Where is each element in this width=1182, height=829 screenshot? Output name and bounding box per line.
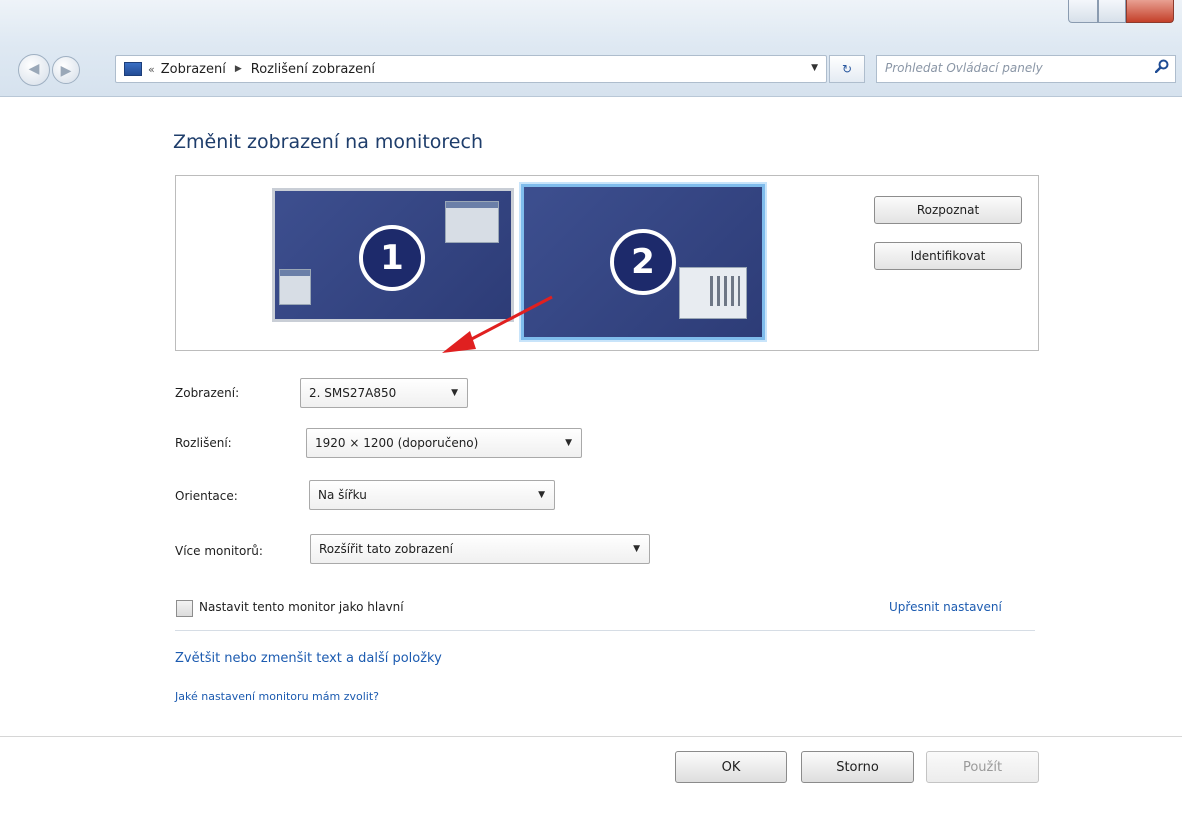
- breadcrumb-resolution[interactable]: Rozlišení zobrazení: [251, 62, 375, 77]
- resolution-select[interactable]: 1920 × 1200 (doporučeno) ▼: [306, 428, 582, 458]
- red-arrow-annotation: [442, 295, 553, 353]
- maximize-button[interactable]: [1098, 0, 1126, 23]
- close-button[interactable]: [1126, 0, 1174, 23]
- overflow-chevron-icon[interactable]: «: [148, 63, 155, 76]
- multiple-monitors-select[interactable]: Rozšířit tato zobrazení ▼: [310, 534, 650, 564]
- calculator-window-icon: [679, 267, 747, 319]
- page-title: Změnit zobrazení na monitorech: [173, 131, 483, 153]
- chevron-down-icon: ▼: [565, 438, 572, 448]
- display-select[interactable]: 2. SMS27A850 ▼: [300, 378, 468, 408]
- address-dropdown-icon[interactable]: ▼: [811, 63, 818, 73]
- resolution-label: Rozlišení:: [175, 436, 232, 450]
- monitor-number-badge: 1: [359, 225, 425, 291]
- text-size-link[interactable]: Zvětšit nebo zmenšit text a další položk…: [175, 651, 442, 666]
- main-monitor-checkbox[interactable]: [176, 600, 193, 617]
- chevron-down-icon: ▼: [538, 490, 545, 500]
- caption-buttons: [1068, 0, 1174, 23]
- detect-button[interactable]: Rozpoznat: [874, 196, 1022, 224]
- resolution-value: 1920 × 1200 (doporučeno): [315, 436, 479, 450]
- display-label: Zobrazení:: [175, 386, 240, 400]
- orientation-select[interactable]: Na šířku ▼: [309, 480, 555, 510]
- identify-button[interactable]: Identifikovat: [874, 242, 1022, 270]
- forward-button[interactable]: ▶: [52, 56, 80, 84]
- display-value: 2. SMS27A850: [309, 386, 397, 400]
- which-settings-link[interactable]: Jaké nastavení monitoru mám zvolit?: [175, 690, 379, 703]
- search-icon[interactable]: [1155, 59, 1169, 73]
- monitor-number-badge: 2: [610, 229, 676, 295]
- orientation-label: Orientace:: [175, 489, 238, 503]
- section-divider: [175, 630, 1035, 631]
- multiple-monitors-value: Rozšířit tato zobrazení: [319, 542, 453, 556]
- back-arrow-icon: ◀: [28, 61, 40, 77]
- forward-arrow-icon: ▶: [60, 63, 72, 79]
- refresh-button[interactable]: ↻: [829, 55, 865, 83]
- chevron-down-icon: ▼: [451, 388, 458, 398]
- apply-button[interactable]: Použít: [926, 751, 1039, 783]
- minimize-button[interactable]: [1068, 0, 1098, 23]
- footer-divider: [0, 736, 1182, 737]
- search-box[interactable]: [876, 55, 1176, 83]
- back-button[interactable]: ◀: [18, 54, 50, 86]
- mini-window-icon: [279, 269, 311, 305]
- cancel-button[interactable]: Storno: [801, 751, 914, 783]
- mini-window-icon: [445, 201, 499, 243]
- search-input[interactable]: [877, 56, 1135, 80]
- chevron-down-icon: ▼: [633, 544, 640, 554]
- ok-button[interactable]: OK: [675, 751, 787, 783]
- address-bar[interactable]: « Zobrazení ▶ Rozlišení zobrazení ▼: [115, 55, 827, 83]
- main-monitor-checkbox-label[interactable]: Nastavit tento monitor jako hlavní: [199, 600, 404, 614]
- monitor-arrangement-panel: 1 2 Rozpoznat Identifikovat: [175, 175, 1039, 351]
- breadcrumb-display[interactable]: Zobrazení: [161, 62, 226, 77]
- multiple-monitors-label: Více monitorů:: [175, 544, 263, 558]
- orientation-value: Na šířku: [318, 488, 367, 502]
- control-panel-icon: [124, 62, 142, 76]
- breadcrumb-separator-icon[interactable]: ▶: [235, 64, 242, 74]
- refresh-icon: ↻: [841, 62, 853, 76]
- advanced-settings-link[interactable]: Upřesnit nastavení: [889, 600, 1002, 614]
